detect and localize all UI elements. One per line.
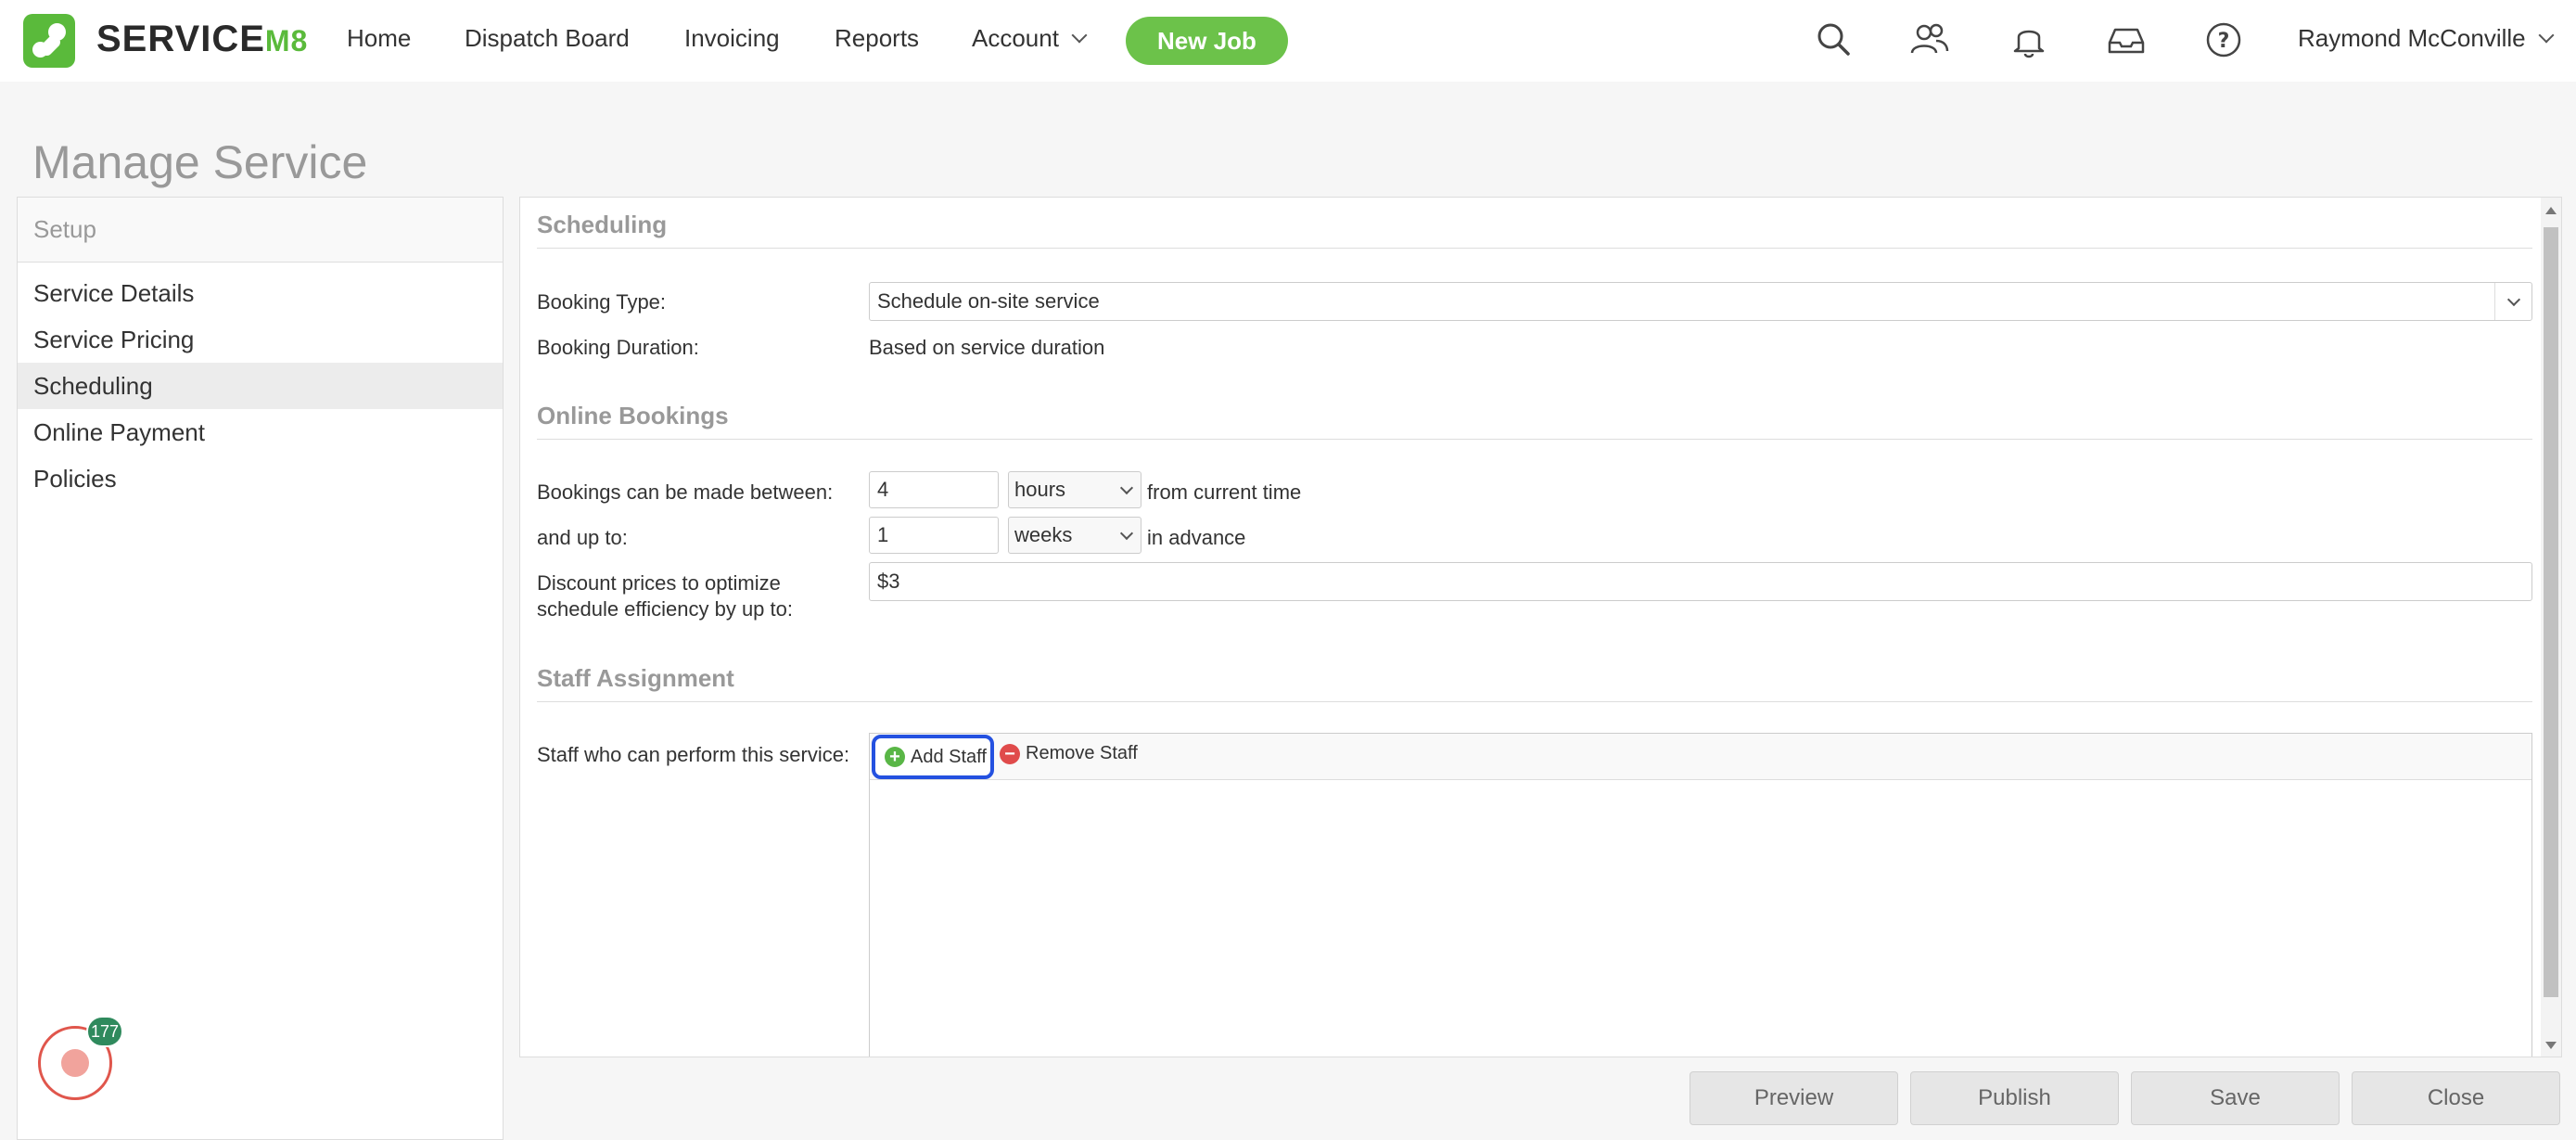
discount-label-line2: schedule efficiency by up to: xyxy=(537,597,793,621)
bell-icon[interactable] xyxy=(2008,19,2050,61)
chevron-down-icon xyxy=(2506,292,2520,306)
up-to-suffix-text: in advance xyxy=(1147,526,1246,549)
divider xyxy=(537,701,2532,702)
up-to-label: and up to: xyxy=(537,526,628,549)
page-title: Manage Service xyxy=(32,136,368,188)
add-staff-button[interactable]: + Add Staff xyxy=(872,735,994,779)
chevron-down-icon xyxy=(1119,526,1134,540)
people-icon[interactable] xyxy=(1908,19,1951,61)
svg-text:?: ? xyxy=(2218,30,2230,53)
scroll-down-arrow-icon[interactable] xyxy=(2545,1042,2557,1049)
close-button[interactable]: Close xyxy=(2352,1071,2560,1125)
setup-sidebar: Setup Service Details Service Pricing Sc… xyxy=(17,197,504,1140)
chevron-down-icon xyxy=(1071,27,1088,44)
up-to-unit-select[interactable]: weeks xyxy=(1008,517,1141,554)
publish-button[interactable]: Publish xyxy=(1910,1071,2119,1125)
servicem8-logo-icon[interactable] xyxy=(23,14,75,68)
bookings-between-unit-select[interactable]: hours xyxy=(1008,471,1141,508)
inbox-icon[interactable] xyxy=(2105,19,2148,61)
staff-list[interactable]: + Add Staff − Remove Staff xyxy=(869,733,2532,1057)
divider xyxy=(537,248,2532,249)
divider xyxy=(537,439,2532,440)
plus-icon: + xyxy=(885,747,905,767)
between-suffix-text: from current time xyxy=(1147,480,1302,504)
nav-dispatch-board[interactable]: Dispatch Board xyxy=(465,24,630,53)
brand-name: SERVICEM8 xyxy=(96,19,309,59)
user-menu[interactable]: Raymond McConville xyxy=(2298,24,2555,53)
preview-button[interactable]: Preview xyxy=(1690,1071,1898,1125)
sidebar-item-service-pricing[interactable]: Service Pricing xyxy=(18,316,503,363)
section-title-staff-assignment: Staff Assignment xyxy=(537,664,734,692)
booking-duration-value: Based on service duration xyxy=(869,336,1105,359)
sidebar-header: Setup xyxy=(18,198,503,263)
scrollbar-thumb[interactable] xyxy=(2544,227,2558,997)
sidebar-item-scheduling[interactable]: Scheduling xyxy=(18,363,503,409)
nav-account[interactable]: Account xyxy=(972,24,1088,53)
scroll-up-arrow-icon[interactable] xyxy=(2545,207,2557,214)
notification-badge: 177 xyxy=(86,1016,123,1047)
discount-input[interactable]: $3 xyxy=(869,562,2532,601)
nav-invoicing[interactable]: Invoicing xyxy=(684,24,780,53)
section-title-online-bookings: Online Bookings xyxy=(537,402,729,429)
nav-home[interactable]: Home xyxy=(347,24,411,53)
bookings-between-input[interactable]: 4 xyxy=(869,471,999,508)
top-nav-bar: SERVICEM8 Home Dispatch Board Invoicing … xyxy=(0,0,2576,82)
scrollbar[interactable] xyxy=(2541,198,2561,1057)
discount-label-line1: Discount prices to optimize xyxy=(537,571,781,595)
search-icon[interactable] xyxy=(1813,19,1855,61)
booking-type-select[interactable]: Schedule on-site service xyxy=(869,282,2532,321)
remove-staff-button[interactable]: − Remove Staff xyxy=(1000,743,1138,764)
scheduling-panel: Scheduling Booking Type: Schedule on-sit… xyxy=(519,197,2562,1057)
sidebar-item-policies[interactable]: Policies xyxy=(18,455,503,502)
sidebar-item-service-details[interactable]: Service Details xyxy=(18,270,503,316)
sidebar-item-online-payment[interactable]: Online Payment xyxy=(18,409,503,455)
booking-duration-label: Booking Duration: xyxy=(537,336,699,359)
staff-toolbar: + Add Staff − Remove Staff xyxy=(870,734,2531,780)
staff-label: Staff who can perform this service: xyxy=(537,743,850,766)
nav-reports[interactable]: Reports xyxy=(835,24,919,53)
section-title-scheduling: Scheduling xyxy=(537,211,668,238)
help-icon[interactable]: ? xyxy=(2202,19,2245,61)
minus-icon: − xyxy=(1000,743,1020,764)
chevron-down-icon xyxy=(1119,480,1134,494)
save-button[interactable]: Save xyxy=(2131,1071,2340,1125)
booking-type-label: Booking Type: xyxy=(537,290,667,314)
bookings-between-label: Bookings can be made between: xyxy=(537,480,834,504)
new-job-button[interactable]: New Job xyxy=(1126,17,1288,65)
chevron-down-icon xyxy=(2538,27,2555,44)
up-to-input[interactable]: 1 xyxy=(869,517,999,554)
